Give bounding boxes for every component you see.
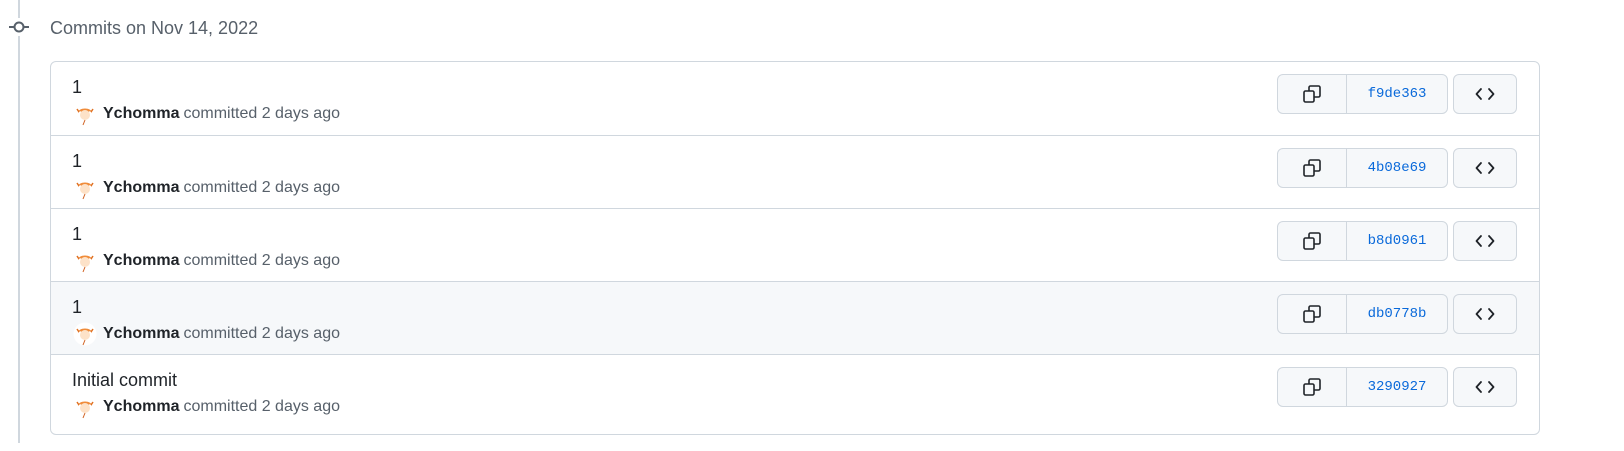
code-icon xyxy=(1475,381,1495,393)
copy-icon xyxy=(1303,159,1321,177)
commit-list: 1 Ychomma committed 2 days ago f9de363 1… xyxy=(50,61,1540,435)
sha-button-group: f9de363 xyxy=(1277,74,1448,114)
commit-row: 1 Ychomma committed 2 days ago f9de363 xyxy=(51,62,1539,135)
commit-message-link[interactable]: 1 xyxy=(72,76,82,98)
browse-repo-button[interactable] xyxy=(1453,367,1517,407)
commit-time: committed 2 days ago xyxy=(183,179,340,196)
commit-meta: Ychomma committed 2 days ago xyxy=(73,249,340,273)
commit-message-link[interactable]: 1 xyxy=(72,150,82,172)
avatar-icon[interactable] xyxy=(73,395,97,419)
commit-sha-link[interactable]: 3290927 xyxy=(1347,368,1447,406)
git-commit-icon xyxy=(9,18,29,36)
browse-repo-button[interactable] xyxy=(1453,294,1517,334)
commit-meta: Ychomma committed 2 days ago xyxy=(73,176,340,200)
code-icon xyxy=(1475,88,1495,100)
code-icon xyxy=(1475,308,1495,320)
avatar-icon[interactable] xyxy=(73,102,97,126)
commit-sha-link[interactable]: f9de363 xyxy=(1347,75,1447,113)
sha-button-group: 3290927 xyxy=(1277,367,1448,407)
commit-sha-link[interactable]: 4b08e69 xyxy=(1347,149,1447,187)
avatar-icon[interactable] xyxy=(73,249,97,273)
sha-button-group: db0778b xyxy=(1277,294,1448,334)
commit-message-link[interactable]: 1 xyxy=(72,223,82,245)
author-link[interactable]: Ychomma xyxy=(103,104,179,124)
commit-sha-link[interactable]: db0778b xyxy=(1347,295,1447,333)
commit-row: 1 Ychomma committed 2 days ago db0778b xyxy=(51,281,1539,354)
copy-icon xyxy=(1303,305,1321,323)
commit-time: committed 2 days ago xyxy=(183,252,340,269)
copy-icon xyxy=(1303,232,1321,250)
copy-sha-button[interactable] xyxy=(1278,368,1347,406)
code-icon xyxy=(1475,235,1495,247)
commit-meta: Ychomma committed 2 days ago xyxy=(73,102,340,126)
browse-repo-button[interactable] xyxy=(1453,221,1517,261)
copy-sha-button[interactable] xyxy=(1278,75,1347,113)
commit-time: committed 2 days ago xyxy=(183,105,340,122)
author-link[interactable]: Ychomma xyxy=(103,178,179,198)
commit-time: committed 2 days ago xyxy=(183,398,340,415)
sha-button-group: b8d0961 xyxy=(1277,221,1448,261)
avatar-icon[interactable] xyxy=(73,322,97,346)
commit-meta: Ychomma committed 2 days ago xyxy=(73,395,340,419)
commit-message-link[interactable]: Initial commit xyxy=(72,369,177,391)
commit-row: Initial commit Ychomma committed 2 days … xyxy=(51,354,1539,427)
commit-row: 1 Ychomma committed 2 days ago 4b08e69 xyxy=(51,135,1539,208)
author-link[interactable]: Ychomma xyxy=(103,251,179,271)
copy-sha-button[interactable] xyxy=(1278,295,1347,333)
copy-icon xyxy=(1303,85,1321,103)
browse-repo-button[interactable] xyxy=(1453,74,1517,114)
commit-meta: Ychomma committed 2 days ago xyxy=(73,322,340,346)
commit-row: 1 Ychomma committed 2 days ago b8d0961 xyxy=(51,208,1539,281)
commit-group-title: Commits on Nov 14, 2022 xyxy=(50,18,259,38)
author-link[interactable]: Ychomma xyxy=(103,324,179,344)
copy-icon xyxy=(1303,378,1321,396)
copy-sha-button[interactable] xyxy=(1278,149,1347,187)
commit-time: committed 2 days ago xyxy=(183,325,340,342)
code-icon xyxy=(1475,162,1495,174)
copy-sha-button[interactable] xyxy=(1278,222,1347,260)
browse-repo-button[interactable] xyxy=(1453,148,1517,188)
timeline-line xyxy=(18,0,20,443)
avatar-icon[interactable] xyxy=(73,176,97,200)
commit-sha-link[interactable]: b8d0961 xyxy=(1347,222,1447,260)
commit-message-link[interactable]: 1 xyxy=(72,296,82,318)
author-link[interactable]: Ychomma xyxy=(103,397,179,417)
sha-button-group: 4b08e69 xyxy=(1277,148,1448,188)
